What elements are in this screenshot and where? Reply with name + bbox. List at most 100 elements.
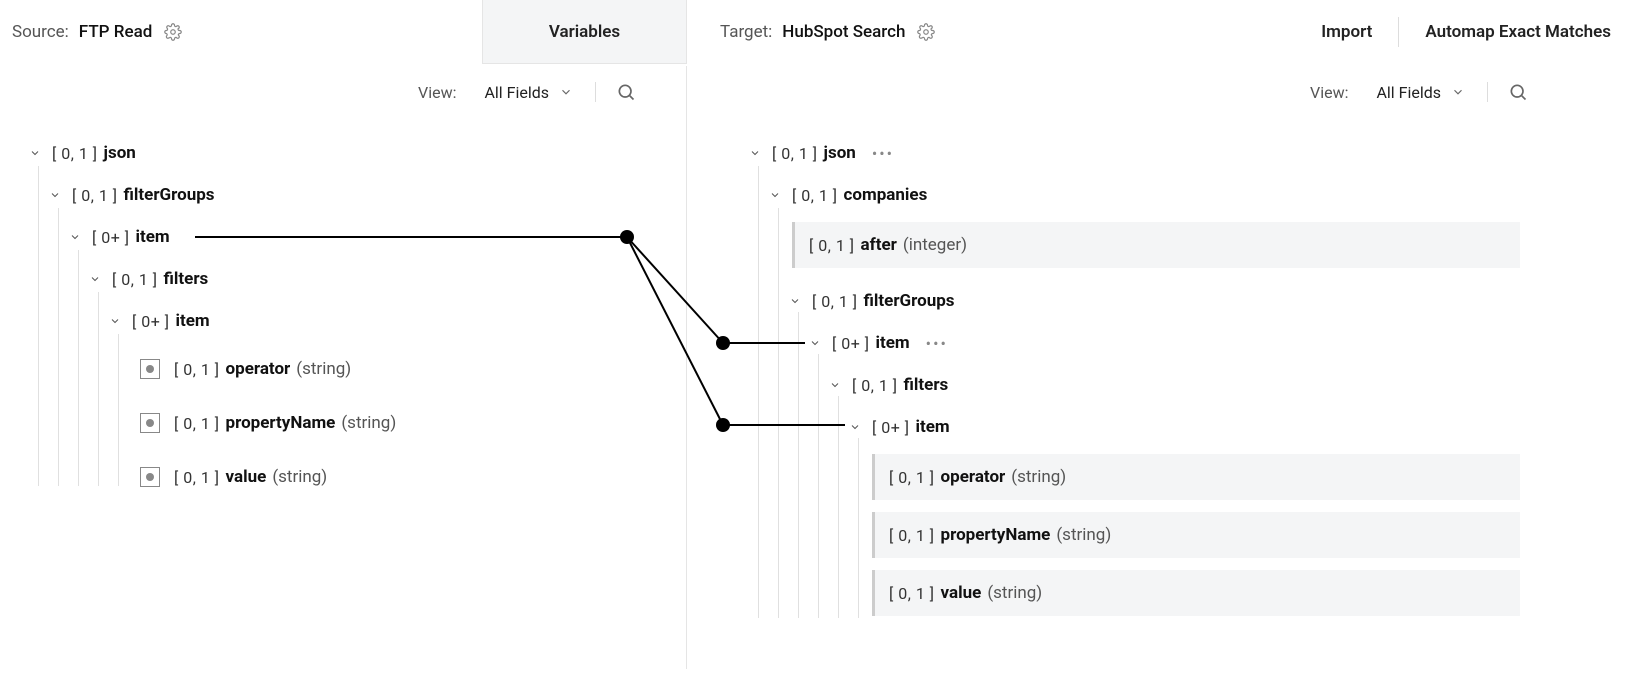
cardinality: [ 0+ ] — [872, 418, 910, 437]
cardinality: [ 0+ ] — [832, 334, 870, 353]
tree-node-filters[interactable]: [ 0, 1 ] filters — [0, 258, 686, 300]
cardinality: [ 0, 1 ] — [812, 292, 858, 311]
tree-node-item[interactable]: [ 0+ ] item — [0, 216, 686, 258]
panel-divider — [686, 66, 687, 669]
tree-node-item[interactable]: [ 0+ ] item — [740, 406, 1640, 448]
tree-node-filtergroups[interactable]: [ 0, 1 ] filterGroups — [0, 174, 686, 216]
cardinality: [ 0, 1 ] — [889, 584, 935, 603]
source-value: FTP Read — [79, 22, 153, 42]
cardinality: [ 0, 1 ] — [112, 270, 158, 289]
node-type: (string) — [272, 467, 327, 487]
node-name: json — [104, 143, 136, 163]
tree-leaf-after[interactable]: [ 0, 1 ] after (integer) — [792, 222, 1520, 268]
node-name: value — [226, 467, 267, 487]
node-name: after — [861, 235, 897, 255]
cardinality: [ 0, 1 ] — [889, 526, 935, 545]
chevron-down-icon[interactable] — [848, 420, 862, 434]
node-name: value — [941, 583, 982, 603]
chevron-down-icon[interactable] — [88, 272, 102, 286]
target-view-filter: View: All Fields — [1310, 82, 1528, 102]
node-name: operator — [226, 359, 291, 379]
more-icon[interactable]: ••• — [872, 144, 894, 163]
tree-leaf-value[interactable]: [ 0, 1 ] value (string) — [872, 570, 1520, 616]
field-marker-icon[interactable] — [140, 467, 160, 487]
gear-icon[interactable] — [164, 23, 182, 41]
field-marker-icon[interactable] — [140, 359, 160, 379]
tree-node-filtergroups[interactable]: [ 0, 1 ] filterGroups — [740, 280, 1640, 322]
source-view-filter: View: All Fields — [418, 82, 636, 102]
tree-leaf-operator[interactable]: [ 0, 1 ] operator (string) — [0, 342, 686, 396]
node-type: (string) — [341, 413, 396, 433]
node-name: item — [136, 227, 170, 247]
tree-node-item[interactable]: [ 0+ ] item ••• — [740, 322, 1640, 364]
node-type: (string) — [1056, 525, 1111, 545]
tree-node-filters[interactable]: [ 0, 1 ] filters — [740, 364, 1640, 406]
tree-leaf-operator[interactable]: [ 0, 1 ] operator (string) — [872, 454, 1520, 500]
more-icon[interactable]: ••• — [926, 334, 948, 353]
node-name: propertyName — [226, 413, 336, 433]
node-name: filters — [904, 375, 949, 395]
cardinality: [ 0, 1 ] — [174, 414, 220, 433]
gear-icon[interactable] — [917, 23, 935, 41]
tree-node-companies[interactable]: [ 0, 1 ] companies — [740, 174, 1640, 216]
target-tree: [ 0, 1 ] json ••• [ 0, 1 ] companies [ 0… — [740, 132, 1640, 628]
variables-tab[interactable]: Variables — [482, 0, 687, 64]
node-name: item — [876, 333, 910, 353]
node-name: companies — [844, 185, 928, 205]
tree-node-json[interactable]: [ 0, 1 ] json — [0, 132, 686, 174]
mapping-header: Source: FTP Read Variables Target: HubSp… — [0, 0, 1651, 64]
node-name: item — [176, 311, 210, 331]
node-name: propertyName — [941, 525, 1051, 545]
cardinality: [ 0+ ] — [132, 312, 170, 331]
tree-node-item[interactable]: [ 0+ ] item — [0, 300, 686, 342]
node-name: filterGroups — [124, 185, 215, 205]
source-tree: [ 0, 1 ] json [ 0, 1 ] filterGroups [ 0+… — [0, 132, 686, 504]
chevron-down-icon[interactable] — [768, 188, 782, 202]
variables-tab-label: Variables — [549, 22, 620, 42]
chevron-down-icon[interactable] — [108, 314, 122, 328]
cardinality: [ 0+ ] — [92, 228, 130, 247]
cardinality: [ 0, 1 ] — [72, 186, 118, 205]
field-marker-icon[interactable] — [140, 413, 160, 433]
node-name: item — [916, 417, 950, 437]
tree-leaf-value[interactable]: [ 0, 1 ] value (string) — [0, 450, 686, 504]
target-header: Target: HubSpot Search — [720, 0, 935, 64]
cardinality: [ 0, 1 ] — [792, 186, 838, 205]
view-label: View: — [1310, 83, 1348, 102]
cardinality: [ 0, 1 ] — [174, 360, 220, 379]
chevron-down-icon[interactable] — [748, 146, 762, 160]
search-icon[interactable] — [1487, 82, 1528, 102]
cardinality: [ 0, 1 ] — [52, 144, 98, 163]
chevron-down-icon[interactable] — [828, 378, 842, 392]
chevron-down-icon[interactable] — [68, 230, 82, 244]
top-actions: Import Automap Exact Matches — [1295, 0, 1637, 64]
tree-node-json[interactable]: [ 0, 1 ] json ••• — [740, 132, 1640, 174]
view-value: All Fields — [484, 83, 549, 102]
cardinality: [ 0, 1 ] — [809, 236, 855, 255]
node-name: filterGroups — [864, 291, 955, 311]
node-type: (string) — [1011, 467, 1066, 487]
target-label: Target: — [720, 22, 772, 42]
node-type: (string) — [987, 583, 1042, 603]
node-name: operator — [941, 467, 1006, 487]
target-value: HubSpot Search — [782, 22, 905, 42]
chevron-down-icon[interactable] — [788, 294, 802, 308]
automap-button[interactable]: Automap Exact Matches — [1399, 22, 1637, 42]
tree-leaf-propertyname[interactable]: [ 0, 1 ] propertyName (string) — [0, 396, 686, 450]
chevron-down-icon[interactable] — [1451, 85, 1465, 99]
import-button[interactable]: Import — [1295, 22, 1398, 42]
chevron-down-icon[interactable] — [559, 85, 573, 99]
tree-leaf-propertyname[interactable]: [ 0, 1 ] propertyName (string) — [872, 512, 1520, 558]
source-label: Source: — [12, 22, 69, 42]
cardinality: [ 0, 1 ] — [174, 468, 220, 487]
source-header: Source: FTP Read — [0, 22, 480, 42]
search-icon[interactable] — [595, 82, 636, 102]
view-value: All Fields — [1376, 83, 1441, 102]
node-name: filters — [164, 269, 209, 289]
chevron-down-icon[interactable] — [808, 336, 822, 350]
chevron-down-icon[interactable] — [28, 146, 42, 160]
chevron-down-icon[interactable] — [48, 188, 62, 202]
filter-bar: View: All Fields View: All Fields — [0, 64, 1651, 132]
node-type: (string) — [296, 359, 351, 379]
node-type: (integer) — [903, 235, 967, 255]
